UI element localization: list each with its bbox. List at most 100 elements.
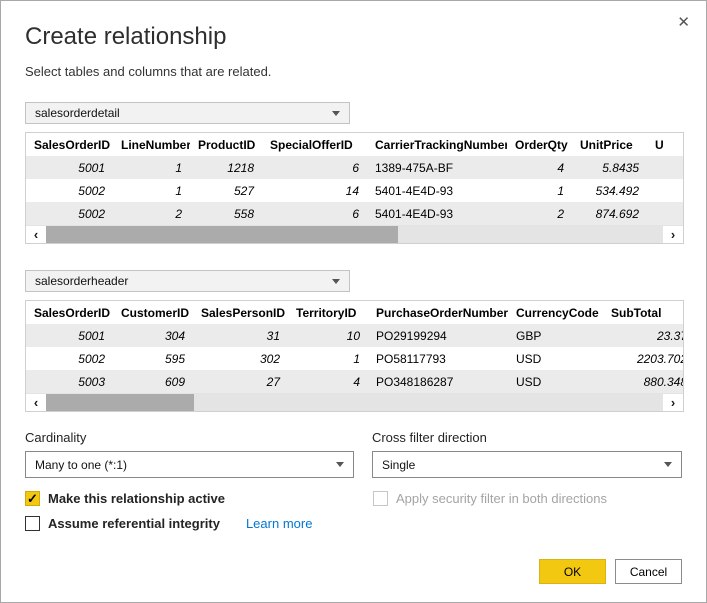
- table-cell[interactable]: 23.37: [603, 324, 684, 347]
- column-header[interactable]: SpecialOfferID: [262, 133, 367, 156]
- security-filter-checkbox: [373, 491, 388, 506]
- table-cell[interactable]: 5003: [26, 370, 113, 393]
- column-header[interactable]: CarrierTrackingNumber: [367, 133, 507, 156]
- column-header[interactable]: CustomerID: [113, 301, 193, 324]
- table-row: 50021527145401-4E4D-931534.492: [26, 179, 684, 202]
- table-cell[interactable]: 304: [113, 324, 193, 347]
- table-cell[interactable]: 4: [288, 370, 368, 393]
- scrollbar-track[interactable]: [46, 226, 663, 243]
- table-cell[interactable]: 14: [262, 179, 367, 202]
- learn-more-link[interactable]: Learn more: [246, 516, 312, 531]
- table2-grid: SalesOrderIDCustomerIDSalesPersonIDTerri…: [26, 301, 684, 393]
- table-cell[interactable]: 558: [190, 202, 262, 225]
- table-cell[interactable]: 5401-4E4D-93: [367, 179, 507, 202]
- scrollbar-thumb[interactable]: [46, 394, 194, 411]
- cardinality-value: Many to one (*:1): [35, 458, 127, 472]
- cross-filter-value: Single: [382, 458, 415, 472]
- table-cell[interactable]: 609: [113, 370, 193, 393]
- table1-preview: SalesOrderIDLineNumberProductIDSpecialOf…: [25, 132, 684, 244]
- table-row: 50011121861389-475A-BF45.8435: [26, 156, 684, 179]
- scroll-right-icon[interactable]: ›: [663, 226, 683, 243]
- cancel-button[interactable]: Cancel: [615, 559, 682, 584]
- column-header[interactable]: LineNumber: [113, 133, 190, 156]
- table-cell[interactable]: 2203.702: [603, 347, 684, 370]
- column-header[interactable]: TerritoryID: [288, 301, 368, 324]
- cardinality-label: Cardinality: [25, 430, 354, 445]
- table-cell[interactable]: [647, 156, 684, 179]
- table1-selector-value: salesorderdetail: [35, 106, 120, 120]
- table2-selector-dropdown[interactable]: salesorderheader: [25, 270, 350, 292]
- table-cell[interactable]: 1: [113, 156, 190, 179]
- table-cell[interactable]: 1: [288, 347, 368, 370]
- table-cell[interactable]: 880.348: [603, 370, 684, 393]
- table1-grid: SalesOrderIDLineNumberProductIDSpecialOf…: [26, 133, 684, 225]
- table-cell[interactable]: [647, 202, 684, 225]
- dialog-title: Create relationship: [25, 23, 682, 51]
- table-cell[interactable]: USD: [508, 347, 603, 370]
- table-cell[interactable]: 534.492: [572, 179, 647, 202]
- table-cell[interactable]: 2: [507, 202, 572, 225]
- table-cell[interactable]: 27: [193, 370, 288, 393]
- table-cell[interactable]: 1218: [190, 156, 262, 179]
- table2-selector-value: salesorderheader: [35, 274, 128, 288]
- table-cell[interactable]: PO348186287: [368, 370, 508, 393]
- close-icon[interactable]: ✕: [671, 9, 696, 35]
- table-cell[interactable]: 5.8435: [572, 156, 647, 179]
- table-cell[interactable]: 1: [113, 179, 190, 202]
- table-cell[interactable]: 5001: [26, 156, 113, 179]
- chevron-down-icon: [332, 111, 340, 116]
- table-cell[interactable]: [647, 179, 684, 202]
- table-cell[interactable]: 302: [193, 347, 288, 370]
- table-cell[interactable]: 5002: [26, 179, 113, 202]
- scroll-left-icon[interactable]: ‹: [26, 394, 46, 411]
- table-cell[interactable]: 874.692: [572, 202, 647, 225]
- table-cell[interactable]: 527: [190, 179, 262, 202]
- table-cell[interactable]: 5002: [26, 202, 113, 225]
- column-header[interactable]: U: [647, 133, 684, 156]
- column-header[interactable]: SalesPersonID: [193, 301, 288, 324]
- table-cell[interactable]: 6: [262, 156, 367, 179]
- table1-selector-dropdown[interactable]: salesorderdetail: [25, 102, 350, 124]
- column-header[interactable]: SalesOrderID: [26, 133, 113, 156]
- table-cell[interactable]: GBP: [508, 324, 603, 347]
- active-relationship-label[interactable]: Make this relationship active: [48, 491, 225, 506]
- column-header[interactable]: SalesOrderID: [26, 301, 113, 324]
- table-cell[interactable]: 595: [113, 347, 193, 370]
- table-cell[interactable]: 1: [507, 179, 572, 202]
- table1-scrollbar[interactable]: ‹ ›: [26, 225, 683, 243]
- cross-filter-dropdown[interactable]: Single: [372, 451, 682, 478]
- table-cell[interactable]: 6: [262, 202, 367, 225]
- table-cell[interactable]: 31: [193, 324, 288, 347]
- referential-integrity-label[interactable]: Assume referential integrity: [48, 516, 220, 531]
- column-header[interactable]: UnitPrice: [572, 133, 647, 156]
- header-row: SalesOrderIDLineNumberProductIDSpecialOf…: [26, 133, 684, 156]
- column-header[interactable]: SubTotal: [603, 301, 684, 324]
- table-cell[interactable]: 5002: [26, 347, 113, 370]
- table-cell[interactable]: PO29199294: [368, 324, 508, 347]
- scrollbar-thumb[interactable]: [46, 226, 398, 243]
- table2-scrollbar[interactable]: ‹ ›: [26, 393, 683, 411]
- referential-integrity-checkbox[interactable]: [25, 516, 40, 531]
- scroll-left-icon[interactable]: ‹: [26, 226, 46, 243]
- column-header[interactable]: CurrencyCode: [508, 301, 603, 324]
- dialog-footer: OK Cancel: [539, 559, 682, 584]
- scroll-right-icon[interactable]: ›: [663, 394, 683, 411]
- scrollbar-track[interactable]: [46, 394, 663, 411]
- column-header[interactable]: ProductID: [190, 133, 262, 156]
- table-cell[interactable]: 1389-475A-BF: [367, 156, 507, 179]
- table-cell[interactable]: PO58117793: [368, 347, 508, 370]
- table-cell[interactable]: 5401-4E4D-93: [367, 202, 507, 225]
- table-cell[interactable]: 2: [113, 202, 190, 225]
- table-cell[interactable]: 4: [507, 156, 572, 179]
- table-row: 5002255865401-4E4D-932874.692: [26, 202, 684, 225]
- table-cell[interactable]: 5001: [26, 324, 113, 347]
- table-cell[interactable]: 10: [288, 324, 368, 347]
- cardinality-dropdown[interactable]: Many to one (*:1): [25, 451, 354, 478]
- active-relationship-checkbox[interactable]: [25, 491, 40, 506]
- table-row: 50025953021PO58117793USD2203.702: [26, 347, 684, 370]
- column-header[interactable]: OrderQty: [507, 133, 572, 156]
- ok-button[interactable]: OK: [539, 559, 606, 584]
- table-cell[interactable]: USD: [508, 370, 603, 393]
- create-relationship-dialog: ✕ Create relationship Select tables and …: [0, 0, 707, 603]
- column-header[interactable]: PurchaseOrderNumber: [368, 301, 508, 324]
